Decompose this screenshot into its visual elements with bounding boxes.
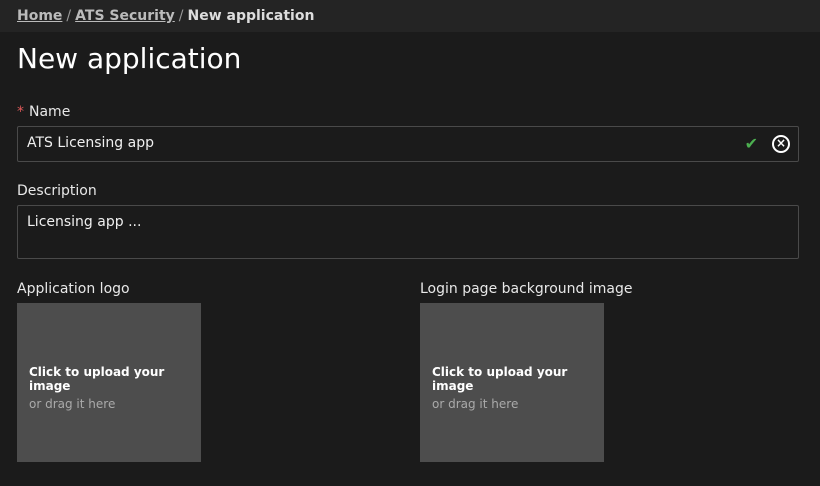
clear-icon[interactable]: × [772, 135, 790, 153]
background-label: Login page background image [420, 281, 633, 297]
check-icon: ✔ [744, 134, 758, 153]
logo-label: Application logo [17, 281, 130, 297]
breadcrumb-ats-security[interactable]: ATS Security [75, 8, 175, 24]
breadcrumb-separator: / [178, 8, 184, 24]
breadcrumb-home[interactable]: Home [17, 8, 62, 24]
description-value: Licensing app ... [27, 214, 142, 230]
description-input[interactable]: Licensing app ... [17, 205, 799, 259]
upload-text: Click to upload your image [432, 365, 568, 393]
required-mark: * [17, 104, 24, 120]
logo-upload[interactable]: Click to upload your image or drag it he… [17, 303, 201, 462]
background-upload[interactable]: Click to upload your image or drag it he… [420, 303, 604, 462]
breadcrumb-current: New application [187, 8, 315, 24]
page-title: New application [17, 42, 242, 75]
drag-text: or drag it here [29, 397, 116, 411]
breadcrumb-separator: / [66, 8, 72, 24]
name-label: * Name [17, 104, 70, 120]
name-input[interactable]: ATS Licensing app ✔ × [17, 126, 799, 162]
breadcrumb: Home / ATS Security / New application [0, 0, 820, 32]
description-label: Description [17, 183, 97, 199]
name-label-text: Name [29, 104, 71, 120]
name-value: ATS Licensing app [27, 135, 154, 151]
drag-text: or drag it here [432, 397, 519, 411]
upload-text: Click to upload your image [29, 365, 165, 393]
